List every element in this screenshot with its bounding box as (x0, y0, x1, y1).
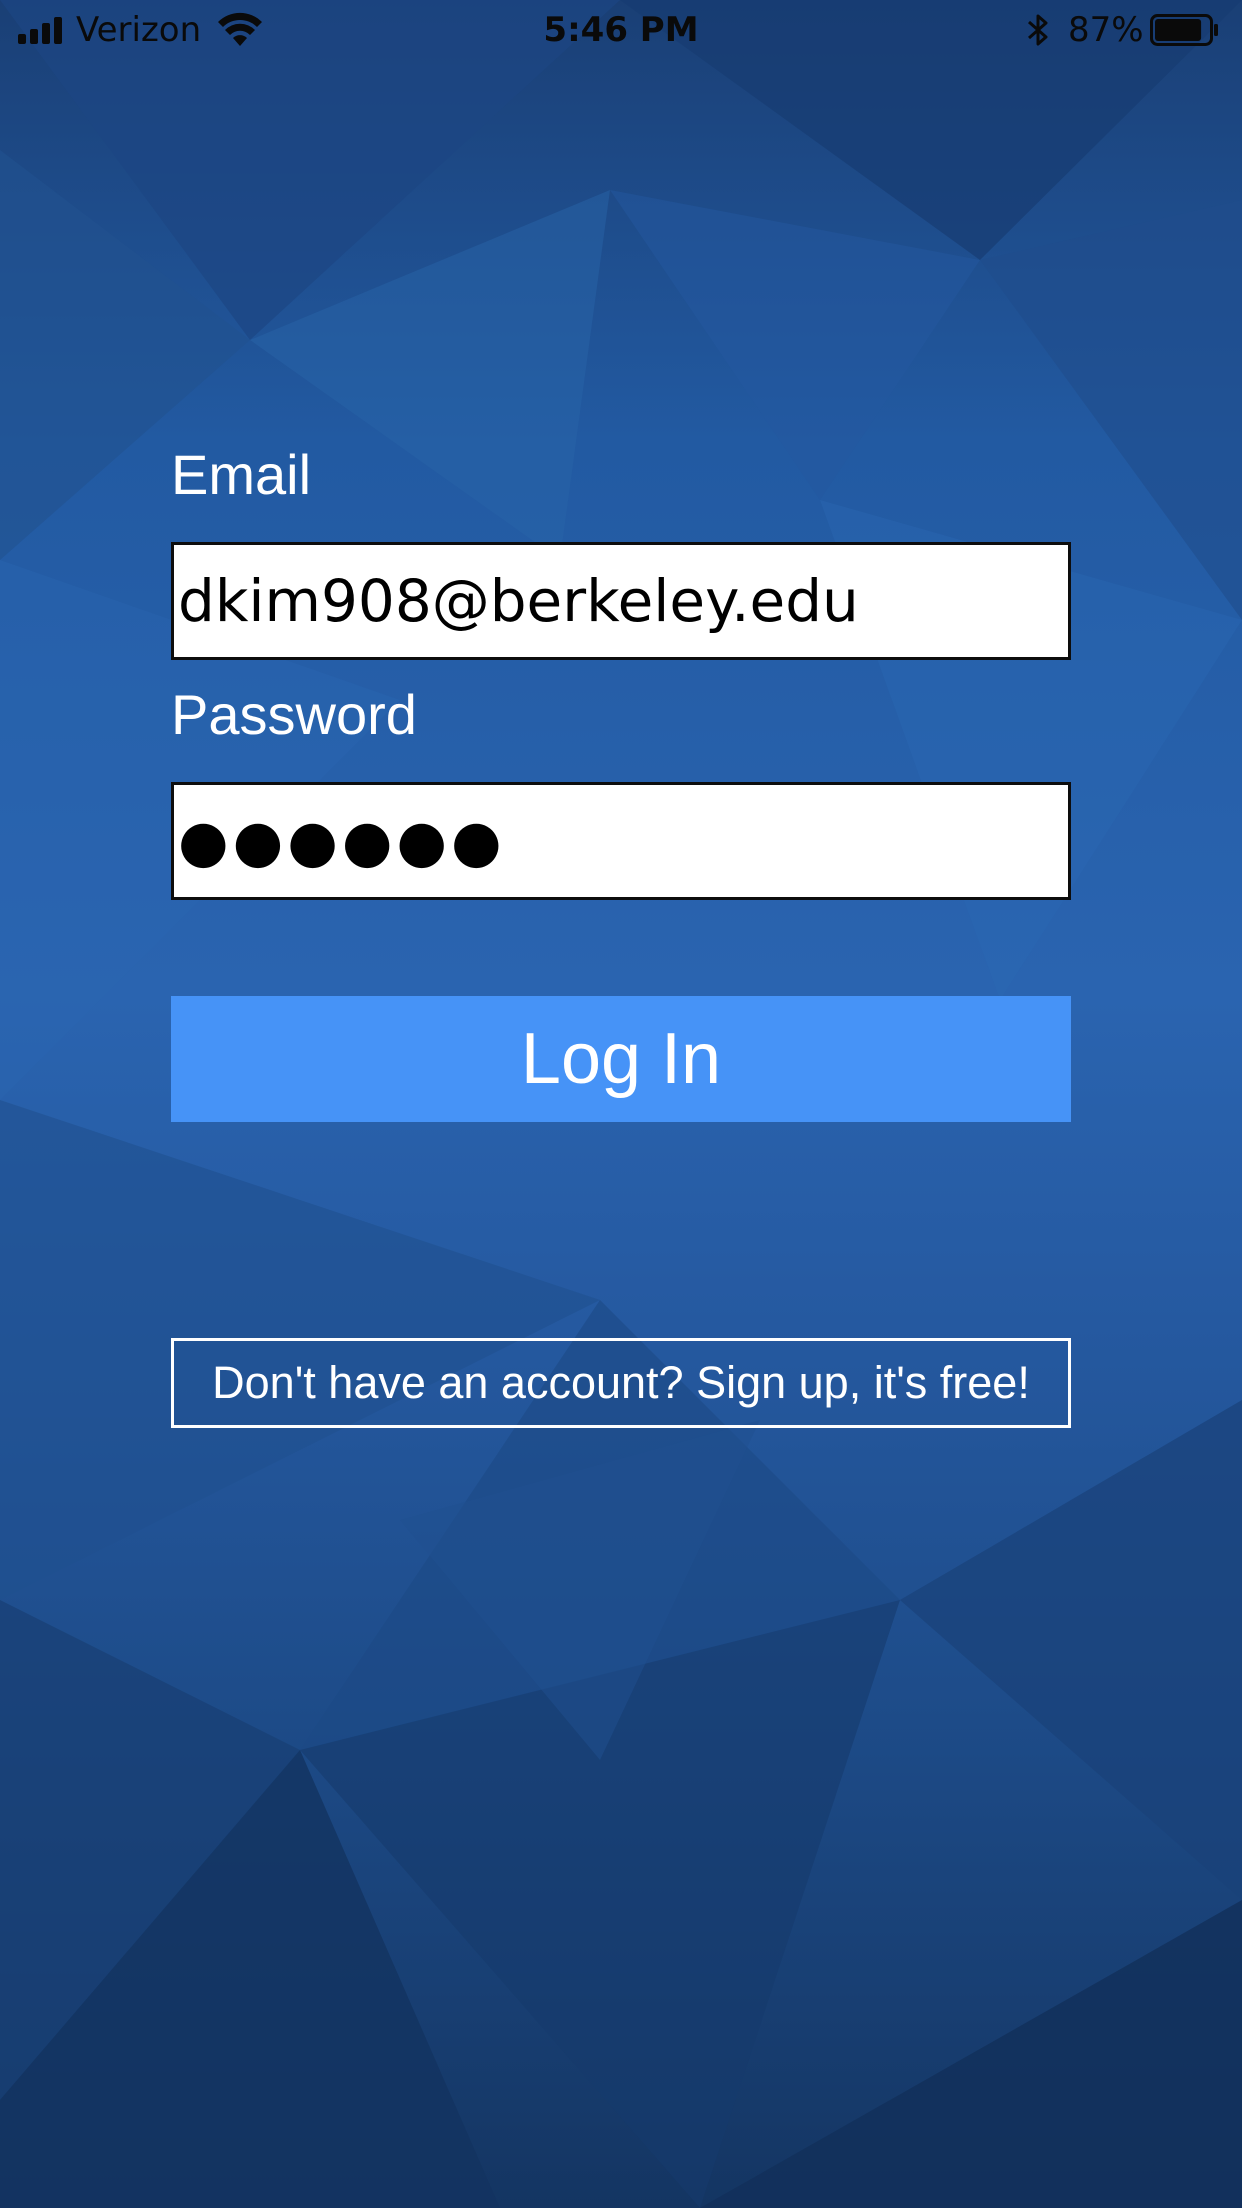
password-field[interactable] (174, 785, 1068, 897)
status-bar: Verizon 5:46 PM 87% (0, 0, 1242, 60)
battery-fill (1155, 19, 1202, 41)
signup-link[interactable]: Don't have an account? Sign up, it's fre… (171, 1338, 1071, 1428)
password-label: Password (171, 683, 417, 746)
bluetooth-icon (1028, 14, 1048, 46)
login-button[interactable]: Log In (171, 996, 1071, 1122)
password-field-container[interactable] (171, 782, 1071, 900)
email-field[interactable] (174, 545, 1068, 657)
battery-icon (1150, 14, 1218, 46)
email-label: Email (171, 443, 312, 506)
battery-percent: 87% (1068, 10, 1144, 50)
status-time: 5:46 PM (543, 10, 699, 50)
email-field-container (171, 542, 1071, 660)
